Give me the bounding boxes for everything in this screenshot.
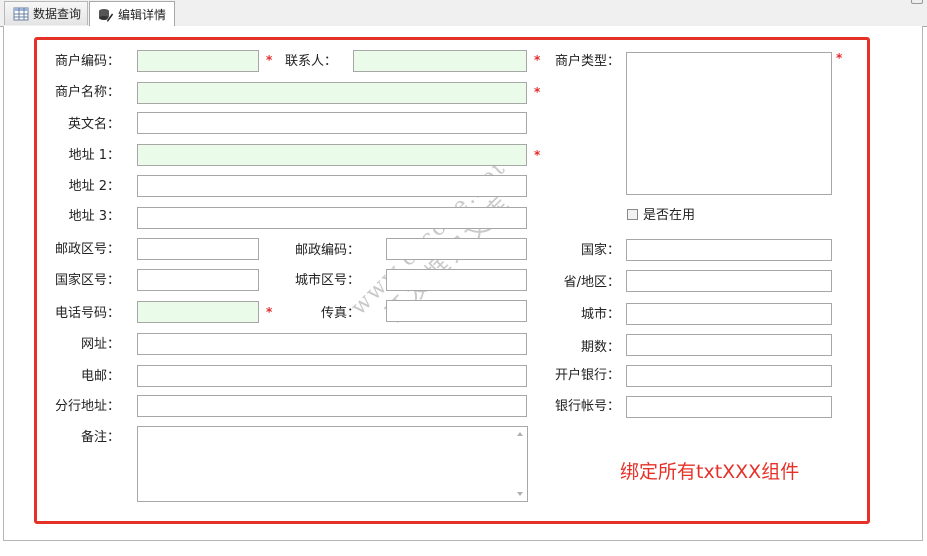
table-grid-icon	[13, 7, 29, 20]
branch-address-input[interactable]	[137, 395, 527, 417]
period-input[interactable]	[626, 334, 832, 356]
country-input[interactable]	[626, 239, 832, 261]
tab-data-query[interactable]: 数据查询	[4, 1, 88, 25]
phone-input[interactable]	[137, 301, 259, 323]
address3-label: 地址 3：	[68, 209, 120, 224]
tab-label: 数据查询	[33, 6, 82, 21]
phone-label: 电话号码：	[54, 306, 120, 321]
email-label: 电邮：	[80, 369, 120, 384]
contact-input[interactable]	[353, 50, 527, 72]
country-code-label: 国家区号：	[54, 273, 120, 288]
merchant-type-listbox[interactable]	[626, 52, 832, 195]
city-code-label: 城市区号：	[294, 273, 360, 288]
english-name-label: 英文名：	[67, 117, 120, 132]
database-edit-icon	[99, 8, 114, 22]
scroll-down-icon[interactable]	[517, 492, 523, 496]
tab-label: 编辑详情	[118, 7, 167, 22]
merchant-code-label: 商户编码：	[54, 54, 120, 69]
country-code-input[interactable]	[137, 269, 259, 291]
address2-input[interactable]	[137, 175, 527, 197]
contact-label: 联系人：	[284, 54, 337, 69]
email-input[interactable]	[137, 365, 527, 387]
bank-account-label: 银行帐号：	[554, 399, 620, 414]
country-label: 国家：	[580, 243, 620, 258]
scroll-up-icon[interactable]	[517, 432, 523, 436]
fax-input[interactable]	[386, 300, 527, 322]
period-label: 期数：	[580, 340, 620, 355]
required-star: *	[534, 148, 541, 162]
address2-label: 地址 2：	[68, 179, 120, 194]
city-code-input[interactable]	[386, 269, 527, 291]
website-input[interactable]	[137, 333, 527, 355]
collapse-button[interactable]	[911, 0, 923, 4]
merchant-type-label: 商户类型：	[554, 54, 620, 69]
website-label: 网址：	[80, 337, 120, 352]
tab-bar: 数据查询 编辑详情	[0, 0, 927, 27]
bank-input[interactable]	[626, 365, 832, 387]
required-star: *	[534, 85, 541, 99]
in-use-checkbox[interactable]	[627, 209, 638, 220]
merchant-name-label: 商户名称：	[54, 85, 120, 100]
english-name-input[interactable]	[137, 112, 527, 134]
bank-account-input[interactable]	[626, 396, 832, 418]
postal-code-label: 邮政编码：	[294, 243, 360, 258]
city-input[interactable]	[626, 303, 832, 325]
branch-address-label: 分行地址：	[54, 399, 120, 414]
postal-area-label: 邮政区号：	[54, 242, 120, 257]
merchant-name-input[interactable]	[137, 82, 527, 104]
address1-label: 地址 1：	[68, 148, 120, 163]
address3-input[interactable]	[137, 207, 527, 229]
postal-area-input[interactable]	[137, 238, 259, 260]
in-use-label[interactable]: 是否在用	[643, 206, 695, 226]
remarks-label: 备注：	[80, 430, 120, 445]
province-label: 省/地区：	[563, 275, 620, 290]
tab-edit-detail[interactable]: 编辑详情	[89, 1, 175, 27]
required-star: *	[836, 51, 843, 65]
bank-label: 开户银行：	[554, 368, 620, 383]
province-input[interactable]	[626, 270, 832, 292]
merchant-code-input[interactable]	[137, 50, 259, 72]
annotation-text: 绑定所有txtXXX组件	[620, 461, 800, 483]
required-star: *	[266, 305, 273, 319]
address1-input[interactable]	[137, 144, 527, 166]
fax-label: 传真：	[320, 306, 360, 321]
city-label: 城市：	[580, 307, 620, 322]
postal-code-input[interactable]	[386, 238, 527, 260]
remarks-textarea[interactable]	[137, 426, 528, 502]
